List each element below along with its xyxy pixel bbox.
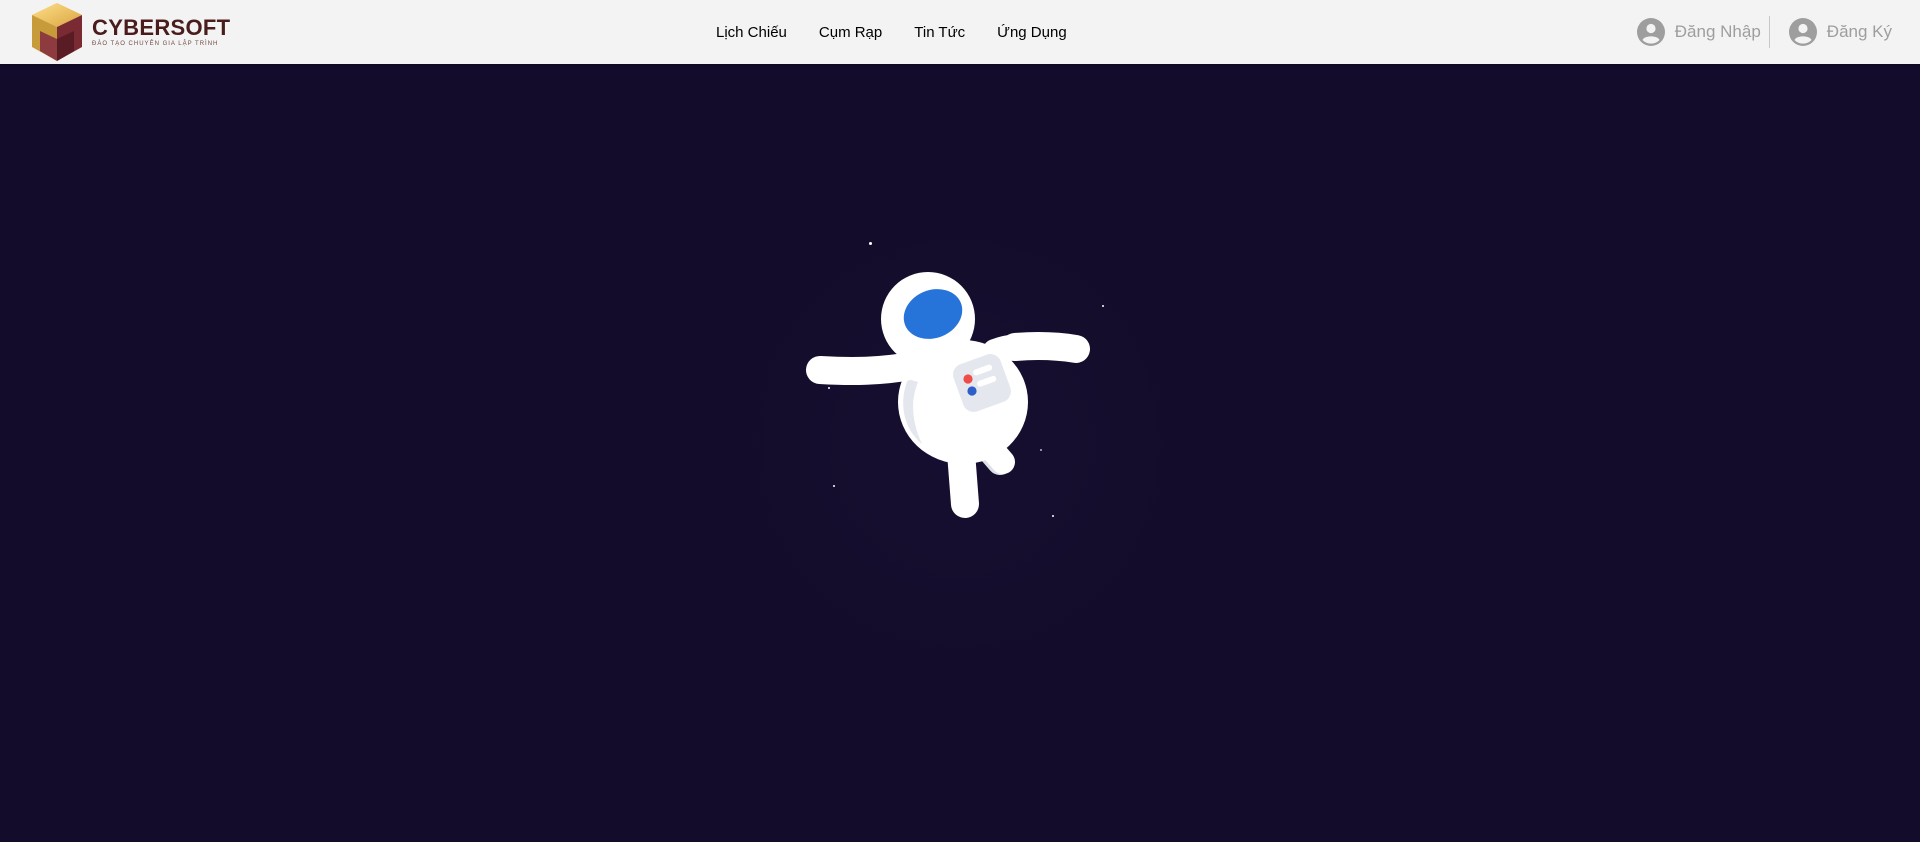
nav-item-ung-dung[interactable]: Ứng Dụng: [981, 24, 1083, 41]
main-nav: Lịch Chiếu Cụm Rạp Tin Tức Ứng Dụng: [700, 0, 1083, 64]
logo-cube-icon: [32, 3, 82, 61]
nav-item-tin-tuc[interactable]: Tin Tức: [898, 24, 981, 41]
user-circle-icon: [1788, 18, 1817, 46]
loading-stage: [0, 64, 1920, 842]
login-label: Đăng Nhập: [1674, 22, 1761, 41]
login-button[interactable]: Đăng Nhập: [1636, 17, 1761, 47]
auth-area: Đăng Nhập Đăng Ký: [1636, 0, 1892, 64]
register-button[interactable]: Đăng Ký: [1788, 17, 1892, 47]
top-navbar: CYBERSOFT ĐÀO TẠO CHUYÊN GIA LẬP TRÌNH L…: [0, 0, 1920, 64]
cybersoft-logo[interactable]: CYBERSOFT ĐÀO TẠO CHUYÊN GIA LẬP TRÌNH: [26, 0, 230, 64]
logo-tagline: ĐÀO TẠO CHUYÊN GIA LẬP TRÌNH: [92, 40, 219, 47]
user-circle-icon: [1636, 18, 1665, 46]
register-label: Đăng Ký: [1826, 22, 1892, 41]
floating-astronaut-illustration: [806, 272, 1090, 518]
auth-divider: [1768, 16, 1770, 48]
logo-text: CYBERSOFT ĐÀO TẠO CHUYÊN GIA LẬP TRÌNH: [92, 14, 231, 48]
star: [869, 242, 872, 245]
nav-item-lich-chieu[interactable]: Lịch Chiếu: [700, 24, 803, 41]
logo-name: CYBERSOFT: [92, 14, 231, 40]
nav-item-cum-rap[interactable]: Cụm Rạp: [803, 24, 898, 41]
star: [1102, 305, 1104, 307]
